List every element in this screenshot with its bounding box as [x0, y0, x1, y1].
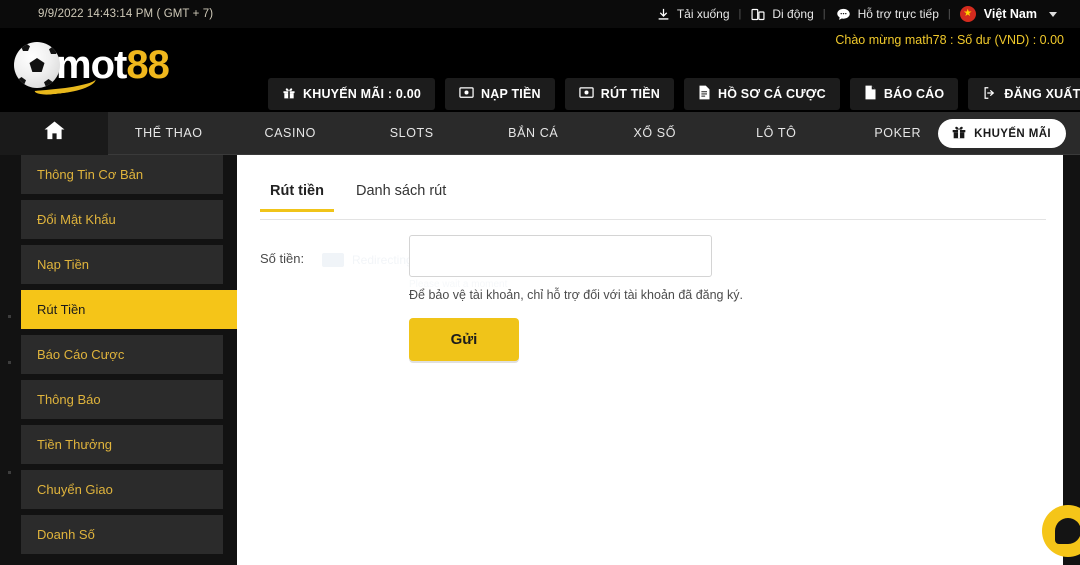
- sidebar-item-bao-cao-cuoc[interactable]: Báo Cáo Cược: [21, 335, 223, 374]
- document-lines-icon: [698, 85, 711, 103]
- chat-bubble-icon: [835, 7, 852, 22]
- nav-promotion-label: KHUYẾN MÃI: [974, 127, 1051, 140]
- sidebar-item-label: Rút Tiền: [37, 302, 86, 317]
- sidebar-item-doi-mat-khau[interactable]: Đổi Mật Khẩu: [21, 200, 223, 239]
- promotion-balance-button[interactable]: KHUYẾN MÃI : 0.00: [268, 78, 436, 110]
- withdraw-label: RÚT TIỀN: [600, 87, 660, 101]
- money-icon: [579, 86, 594, 102]
- gift-icon: [282, 86, 296, 103]
- withdraw-hint-text: Để bảo vệ tài khoản, chỉ hỗ trợ đối với …: [409, 288, 743, 302]
- sidebar-item-label: Tiền Thưởng: [37, 437, 113, 452]
- language-label: Việt Nam: [983, 7, 1037, 21]
- welcome-balance-text: Chào mừng math78 : Số dư (VND) : 0.00: [835, 33, 1064, 47]
- sidebar-item-label: Đổi Mật Khẩu: [37, 212, 116, 227]
- logout-label: ĐĂNG XUẤT: [1004, 87, 1080, 101]
- report-label: BÁO CÁO: [883, 87, 945, 101]
- document-icon: [864, 85, 877, 103]
- top-utility-links: Tải xuống | Di động | Hỗ trợ trực tiếp |…: [647, 6, 1066, 22]
- download-link[interactable]: Tải xuống: [647, 7, 739, 22]
- live-support-label: Hỗ trợ trực tiếp: [857, 7, 939, 21]
- page-root: 9/9/2022 14:43:14 PM ( GMT + 7) Tải xuốn…: [0, 0, 1080, 565]
- sidebar-item-thong-tin-co-ban[interactable]: Thông Tin Cơ Bản: [21, 155, 223, 194]
- chevron-down-icon: [1049, 11, 1057, 17]
- deposit-button[interactable]: NẠP TIỀN: [445, 78, 555, 110]
- home-icon: [42, 119, 67, 147]
- sidebar-item-doanh-so[interactable]: Doanh Số: [21, 515, 223, 554]
- nav-item-slots[interactable]: SLOTS: [351, 126, 473, 140]
- sidebar-item-thong-bao[interactable]: Thông Báo: [21, 380, 223, 419]
- sidebar-item-chuyen-giao[interactable]: Chuyển Giao: [21, 470, 223, 509]
- sidebar-item-label: Doanh Số: [37, 527, 95, 542]
- gift-icon: [951, 124, 967, 143]
- nav-item-xo-so[interactable]: XỔ SỐ: [594, 126, 716, 140]
- withdraw-button[interactable]: RÚT TIỀN: [564, 78, 674, 110]
- live-support-link[interactable]: Hỗ trợ trực tiếp: [826, 7, 948, 22]
- site-header: Chào mừng math78 : Số dư (VND) : 0.00 mo…: [0, 28, 1080, 112]
- header-action-buttons: KHUYẾN MÃI : 0.00 NẠP TIỀN RÚT TIỀN HỒ S…: [268, 78, 1080, 110]
- money-icon: [459, 86, 474, 102]
- logo-text-primary: mot: [56, 43, 127, 87]
- sidebar-item-tien-thuong[interactable]: Tiền Thưởng: [21, 425, 223, 464]
- deposit-label: NẠP TIỀN: [481, 87, 541, 101]
- nav-promotion-button[interactable]: KHUYẾN MÃI: [938, 119, 1066, 148]
- tab-danh-sach-rut[interactable]: Danh sách rút: [346, 183, 456, 211]
- mobile-link[interactable]: Di động: [741, 7, 822, 22]
- amount-input[interactable]: [409, 235, 712, 277]
- sidebar-item-label: Nạp Tiền: [37, 257, 90, 272]
- server-datetime: 9/9/2022 14:43:14 PM ( GMT + 7): [38, 8, 214, 20]
- main-navigation: THỂ THAO CASINO SLOTS BẮN CÁ XỔ SỐ LÔ TÔ…: [0, 111, 1080, 155]
- sidebar-scroll-track[interactable]: [8, 315, 11, 565]
- mobile-device-icon: [750, 7, 766, 22]
- submit-button[interactable]: Gửi: [409, 318, 519, 361]
- sidebar-item-label: Báo Cáo Cược: [37, 347, 125, 362]
- withdraw-panel: Rút tiền Danh sách rút Số tiền: Redirect…: [237, 155, 1063, 565]
- betting-record-button[interactable]: HỒ SƠ CÁ CƯỢC: [683, 78, 840, 110]
- download-icon: [656, 7, 671, 22]
- nav-item-casino[interactable]: CASINO: [230, 126, 352, 140]
- download-label: Tải xuống: [676, 7, 730, 21]
- logout-icon: [982, 86, 997, 103]
- report-button[interactable]: BÁO CÁO: [849, 78, 959, 110]
- sidebar-item-nap-tien[interactable]: Nạp Tiền: [21, 245, 223, 284]
- vietnam-flag-icon: ★: [959, 6, 976, 22]
- panel-tabs: Rút tiền Danh sách rút: [260, 183, 1046, 220]
- chat-bubble-icon: [1055, 518, 1080, 544]
- loading-ghost-box: [322, 253, 344, 267]
- promotion-balance-label: KHUYẾN MÃI : 0.00: [303, 87, 422, 101]
- logout-button[interactable]: ĐĂNG XUẤT: [968, 78, 1080, 110]
- language-selector[interactable]: ★ Việt Nam: [951, 6, 1066, 22]
- sidebar-item-rut-tien[interactable]: Rút Tiền: [21, 290, 237, 329]
- nav-item-list: THỂ THAO CASINO SLOTS BẮN CÁ XỔ SỐ LÔ TÔ…: [108, 112, 1080, 155]
- sidebar-item-label: Chuyển Giao: [37, 482, 113, 497]
- nav-item-lo-to[interactable]: LÔ TÔ: [716, 126, 838, 140]
- nav-item-ban-ca[interactable]: BẮN CÁ: [473, 126, 595, 140]
- sidebar-item-label: Thông Báo: [37, 392, 101, 407]
- account-sidebar: Thông Tin Cơ Bản Đổi Mật Khẩu Nạp Tiền R…: [0, 155, 237, 565]
- sidebar-item-label: Thông Tin Cơ Bản: [37, 167, 144, 182]
- soccer-ball-icon: [14, 42, 60, 88]
- betting-record-label: HỒ SƠ CÁ CƯỢC: [717, 87, 826, 101]
- tab-rut-tien[interactable]: Rút tiền: [260, 183, 334, 212]
- amount-field-label: Số tiền:: [260, 251, 305, 266]
- site-logo[interactable]: mot88: [14, 42, 170, 97]
- nav-home-button[interactable]: [0, 111, 108, 155]
- mobile-label: Di động: [772, 7, 814, 21]
- nav-item-the-thao[interactable]: THỂ THAO: [108, 126, 230, 140]
- top-utility-bar: 9/9/2022 14:43:14 PM ( GMT + 7) Tải xuốn…: [0, 0, 1080, 28]
- logo-text-accent: 88: [126, 43, 169, 87]
